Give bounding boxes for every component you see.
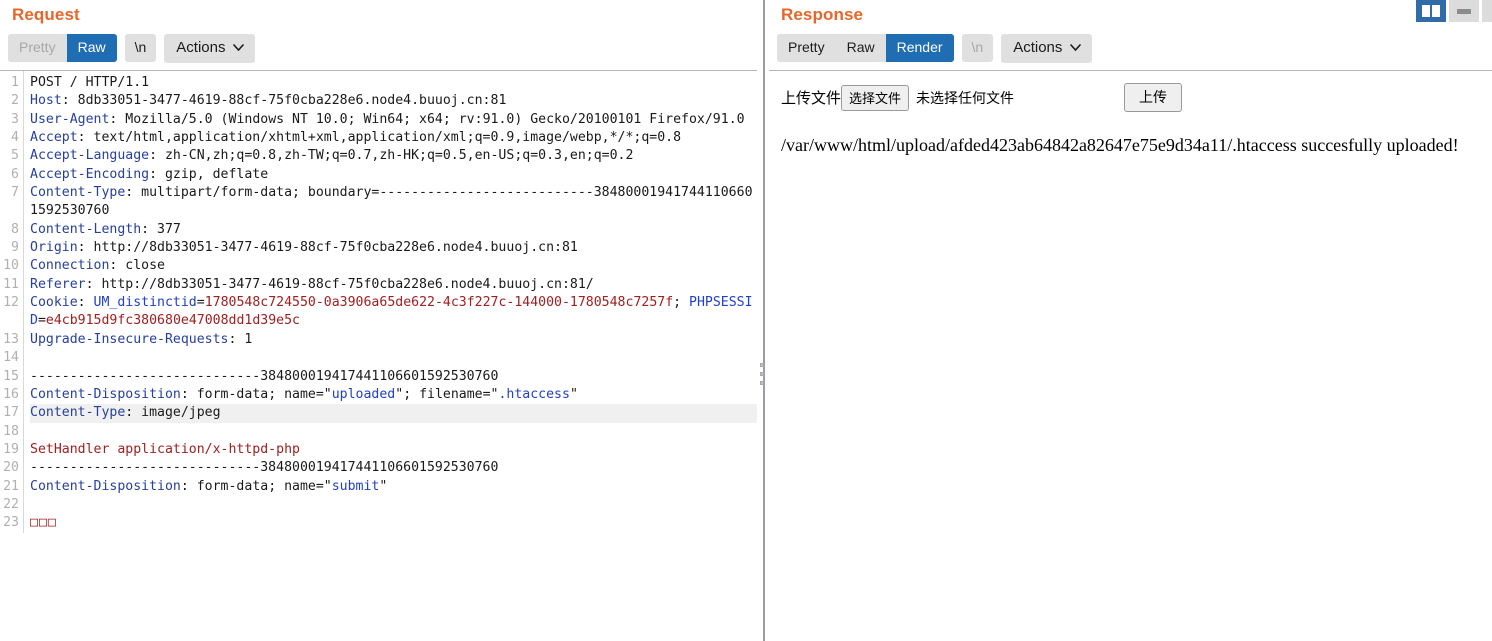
- request-line: Host: 8db33051-3477-4619-88cf-75f0cba228…: [30, 93, 507, 109]
- minimize-button[interactable]: [1449, 0, 1479, 22]
- chevron-down-icon: [233, 44, 245, 51]
- line-number: 22: [3, 496, 19, 512]
- line-number: 2: [11, 93, 19, 109]
- response-newline-toggle[interactable]: \n: [961, 34, 994, 62]
- line-number: 13: [3, 331, 19, 347]
- request-line: [30, 349, 757, 367]
- line-number: 18: [3, 423, 19, 439]
- line-number: 6: [11, 166, 19, 182]
- line-number: 3: [11, 111, 19, 127]
- line-number: 19: [3, 441, 19, 457]
- request-line: SetHandler application/x-httpd-php: [30, 441, 300, 457]
- window-buttons: [1416, 0, 1492, 22]
- response-actions-label: Actions: [1013, 38, 1063, 56]
- request-tab-raw[interactable]: Raw: [66, 34, 117, 62]
- request-actions-label: Actions: [176, 38, 226, 56]
- line-number: 9: [11, 240, 19, 256]
- request-line: -----------------------------38480001941…: [30, 368, 499, 384]
- response-actions-button[interactable]: Actions: [1001, 33, 1093, 63]
- upload-submit-button[interactable]: 上传: [1124, 83, 1183, 112]
- request-pane: Request Pretty Raw \n Actions 1234567891…: [0, 0, 757, 641]
- splitter-drag-handle-icon[interactable]: [760, 363, 764, 390]
- no-file-selected-text: 未选择任何文件: [916, 90, 1015, 107]
- request-body-text[interactable]: POST / HTTP/1.1 Host: 8db33051-3477-4619-…: [24, 71, 757, 533]
- request-line: Cookie: UM_distinctid=1780548c724550-0a3…: [30, 295, 753, 329]
- request-title: Request: [0, 0, 757, 30]
- request-line: Content-Disposition: form-data; name="up…: [30, 386, 578, 402]
- request-tab-pretty[interactable]: Pretty: [8, 34, 67, 62]
- request-line: [30, 423, 757, 441]
- split-view-icon: [1422, 5, 1430, 17]
- request-toolbar: Pretty Raw \n Actions: [0, 30, 757, 70]
- request-line: Origin: http://8db33051-3477-4619-88cf-7…: [30, 240, 578, 256]
- line-number: 14: [3, 350, 19, 366]
- request-line: POST / HTTP/1.1: [30, 75, 150, 90]
- line-number: 8: [11, 221, 19, 237]
- line-number: 1: [11, 75, 19, 90]
- request-line: □□□: [30, 515, 57, 531]
- request-actions-button[interactable]: Actions: [164, 33, 256, 63]
- choose-file-button[interactable]: 选择文件: [841, 84, 910, 111]
- split-view-icon-2: [1432, 5, 1440, 17]
- upload-file-label: 上传文件: [781, 89, 842, 107]
- response-render-view: 上传文件 选择文件 未选择任何文件 上传 /var/www/html/uploa…: [769, 70, 1492, 641]
- request-view-tabs: Pretty Raw: [8, 34, 117, 62]
- line-number: 11: [3, 276, 19, 292]
- line-number: 20: [3, 460, 19, 476]
- window-button-filler: [1482, 0, 1492, 22]
- minimize-icon: [1457, 8, 1471, 14]
- request-editor[interactable]: 1 2 3 4 5 6 7 8 9 10 11 12 13 14 15 16 17 18 19 20 21 22 23 PO…: [0, 70, 757, 641]
- line-number: 7: [11, 185, 19, 201]
- request-line: User-Agent: Mozilla/5.0 (Windows NT 10.0…: [30, 111, 745, 127]
- response-pane: Response Pretty Raw Render \n Actions 上传…: [769, 0, 1492, 641]
- request-line: Content-Type: multipart/form-data; bound…: [30, 185, 753, 219]
- upload-result-message: /var/www/html/upload/afded423ab64842a826…: [781, 135, 1459, 155]
- line-number: 16: [3, 386, 19, 402]
- line-number: 12: [3, 295, 19, 311]
- response-title: Response: [769, 0, 1492, 30]
- response-view-tabs: Pretty Raw Render: [777, 34, 954, 62]
- request-line: Accept-Language: zh-CN,zh;q=0.8,zh-TW;q=…: [30, 148, 634, 164]
- request-line: Upgrade-Insecure-Requests: 1: [30, 331, 253, 347]
- line-number: 23: [3, 515, 19, 531]
- request-line: Content-Type: image/jpeg: [30, 404, 757, 423]
- line-number: 4: [11, 130, 19, 146]
- line-number: 21: [3, 478, 19, 494]
- split-view-button[interactable]: [1416, 0, 1446, 22]
- request-line: Content-Length: 377: [30, 221, 181, 237]
- request-line: -----------------------------38480001941…: [30, 460, 499, 476]
- response-tab-raw[interactable]: Raw: [835, 34, 886, 62]
- pane-splitter[interactable]: [759, 0, 768, 641]
- response-tab-render[interactable]: Render: [885, 34, 954, 62]
- line-number: 15: [3, 368, 19, 384]
- response-toolbar: Pretty Raw Render \n Actions: [769, 30, 1492, 70]
- line-number: 10: [3, 258, 19, 274]
- request-line: [30, 496, 757, 514]
- request-line: Content-Disposition: form-data; name="su…: [30, 478, 388, 494]
- response-tab-pretty[interactable]: Pretty: [777, 34, 836, 62]
- request-line: Referer: http://8db33051-3477-4619-88cf-…: [30, 276, 594, 292]
- chevron-down-icon: [1070, 44, 1082, 51]
- request-line-numbers: 1 2 3 4 5 6 7 8 9 10 11 12 13 14 15 16 17 18 19 20 21 22 23: [0, 71, 24, 533]
- burp-repeater-window: Request Pretty Raw \n Actions 1234567891…: [0, 0, 1492, 641]
- request-line: Connection: close: [30, 258, 165, 274]
- request-line: Accept: text/html,application/xhtml+xml,…: [30, 130, 682, 146]
- splitter-rail: [763, 0, 765, 641]
- line-number: 17: [3, 405, 19, 421]
- request-line: Accept-Encoding: gzip, deflate: [30, 166, 269, 182]
- line-number: 5: [11, 148, 19, 164]
- request-newline-toggle[interactable]: \n: [124, 34, 157, 62]
- upload-form-row: 上传文件 选择文件 未选择任何文件 上传: [781, 83, 1482, 112]
